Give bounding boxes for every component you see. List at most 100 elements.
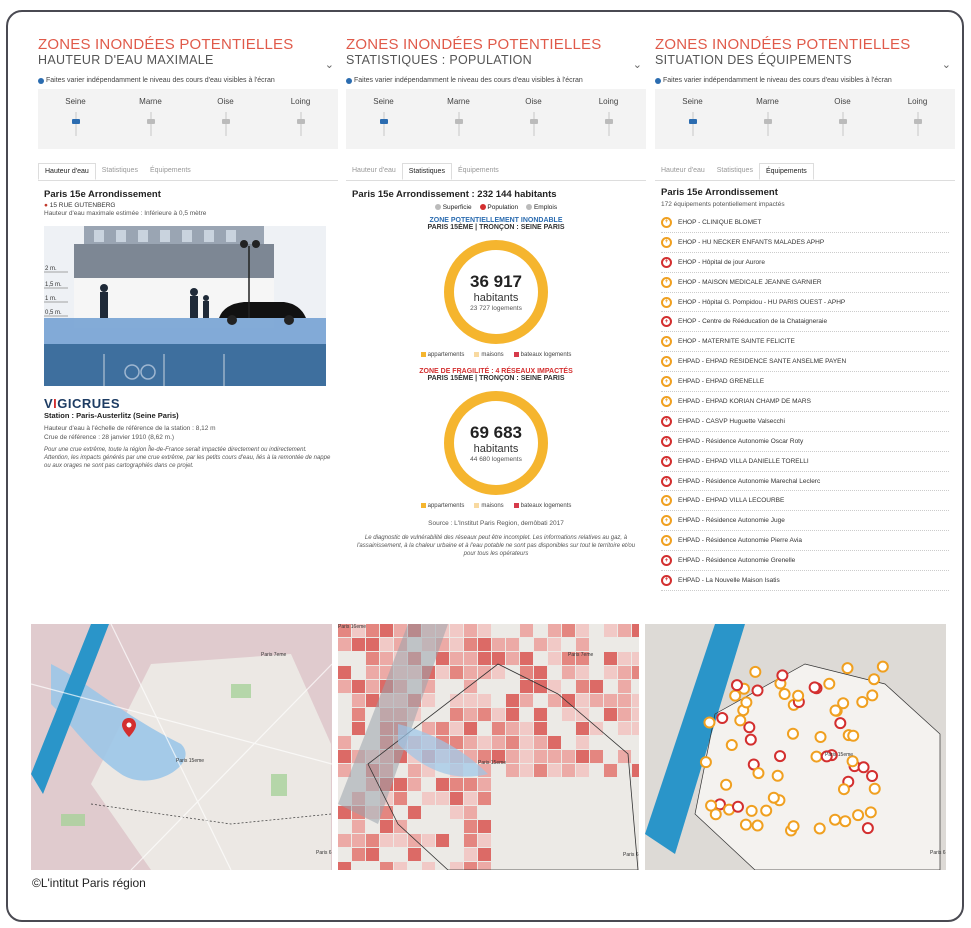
equipment-label: EHOP - MATERNITE SAINTE FELICITE <box>678 338 795 346</box>
ehpad-icon: + <box>661 555 672 567</box>
equipment-label: EHPAD - EHPAD RESIDENCE SANTE ANSELME PA… <box>678 358 847 366</box>
ehpad-icon: + <box>661 316 672 328</box>
toggle-emplois[interactable]: Emplois <box>526 204 557 211</box>
zone2-sub: PARIS 15ÈME | TRONÇON : SEINE PARIS <box>427 375 565 383</box>
equipment-item[interactable]: + EHPAD - EHPAD GRENELLE <box>661 372 949 393</box>
chevron-down-icon[interactable]: ⌄ <box>325 58 334 71</box>
tab-statistiques[interactable]: Statistiques <box>711 163 759 180</box>
chevron-down-icon[interactable]: ⌄ <box>942 58 951 71</box>
equipment-item[interactable]: + EHPAD - EHPAD KORIAN CHAMP DE MARS <box>661 392 949 412</box>
slider-oise[interactable]: Oise <box>504 97 564 149</box>
equipment-item[interactable]: + EHPAD - Résidence Autonomie Oscar Roty <box>661 432 949 452</box>
toggle-label: Emplois <box>533 204 558 211</box>
map-statistiques[interactable]: Paris 16eme Paris 7eme Paris 15eme Paris… <box>338 624 639 870</box>
river-sliders: Seine Marne Oise Loing <box>38 89 338 149</box>
district-title: Paris 15e Arrondissement <box>44 189 161 200</box>
tab-hauteur[interactable]: Hauteur d'eau <box>38 163 96 180</box>
slider-marne[interactable]: Marne <box>121 97 181 149</box>
toggle-superficie[interactable]: Superficie <box>434 204 472 211</box>
map-hauteur[interactable]: Paris 7eme Paris 15eme Paris 6 <box>31 624 332 870</box>
info-icon <box>346 77 352 84</box>
equipment-label: EHPAD - Résidence Autonomie Oscar Roty <box>678 437 804 445</box>
info-label: Faites varier indépendamment le niveau d… <box>354 77 583 84</box>
river-sliders: Seine Marne Oise Loing <box>346 89 646 149</box>
slider-label: Loing <box>907 97 928 106</box>
equipment-item[interactable]: + EHPAD - La Nouvelle Maison Isatis <box>661 571 949 591</box>
address: ● 15 RUE GUTENBERG <box>44 202 332 209</box>
toggle-population[interactable]: Population <box>479 204 518 211</box>
tab-hauteur[interactable]: Hauteur d'eau <box>655 163 711 180</box>
ehpad-icon: + <box>661 435 672 447</box>
slider-label: Marne <box>447 97 470 106</box>
chevron-down-icon[interactable]: ⌄ <box>633 58 642 71</box>
slider-seine[interactable]: Seine <box>663 97 723 149</box>
equipment-item[interactable]: + EHOP - Hôpital G. Pompidou - HU PARIS O… <box>661 293 949 313</box>
tab-bar: Hauteur d'eau Statistiques Équipements <box>38 163 338 181</box>
stats-source: Source : L'Institut Paris Region, demôba… <box>428 520 564 528</box>
stats-heading: Paris 15e Arrondissement : 232 144 habit… <box>352 189 557 200</box>
panel-statistiques: ZONES INONDÉES POTENTIELLES STATISTIQUES… <box>346 36 646 624</box>
slider-marne[interactable]: Marne <box>738 97 798 149</box>
equipment-label: EHPAD - EHPAD VILLA DANIELLE TORELLI <box>678 457 809 465</box>
equipment-item[interactable]: + EHOP - Hôpital de jour Aurore <box>661 253 949 273</box>
panel-subtitle: SITUATION DES ÉQUIPEMENTS <box>655 53 852 67</box>
map-label: Paris 6 <box>316 850 332 856</box>
zone1-title: ZONE POTENTIELLEMENT INONDABLE <box>429 217 563 224</box>
slider-label: Oise <box>217 97 234 106</box>
info-icon <box>655 77 661 84</box>
equipment-label: EHPAD - Résidence Autonomie Grenelle <box>678 557 796 565</box>
slider-loing[interactable]: Loing <box>888 97 948 149</box>
slider-seine[interactable]: Seine <box>46 97 106 149</box>
scale-label: 2 m. <box>45 266 57 272</box>
district-title: Paris 15e Arrondissement <box>661 187 778 198</box>
legend-label: appartements <box>427 352 465 359</box>
map-label: Paris 6 <box>930 850 946 856</box>
slider-loing[interactable]: Loing <box>579 97 639 149</box>
tab-hauteur[interactable]: Hauteur d'eau <box>346 163 402 180</box>
equipment-item[interactable]: + EHOP - MAISON MEDICALE JEANNE GARNIER <box>661 273 949 293</box>
info-text: Faites varier indépendamment le niveau d… <box>346 77 646 84</box>
address-label: 15 RUE GUTENBERG <box>49 202 116 209</box>
slider-marne[interactable]: Marne <box>429 97 489 149</box>
equipment-item[interactable]: + EHPAD - EHPAD VILLA LECOURBE <box>661 491 949 512</box>
equipment-label: EHPAD - EHPAD GRENELLE <box>678 378 765 386</box>
equipment-item[interactable]: + EHOP - CLINIQUE BLOMET <box>661 213 949 233</box>
legend-item: appartements <box>420 352 465 359</box>
ref-height: Hauteur d'eau à l'échelle de référence d… <box>44 425 216 432</box>
equipment-label: EHOP - Hôpital de jour Aurore <box>678 258 765 266</box>
map-equipements[interactable]: Paris 15eme Paris 6 <box>645 624 946 870</box>
zone1-legend: appartements maisons bateaux logements <box>352 352 640 358</box>
info-label: Faites varier indépendamment le niveau d… <box>46 77 275 84</box>
equipment-label: EHPAD - La Nouvelle Maison Isatis <box>678 576 780 584</box>
hospital-icon: + <box>661 216 672 228</box>
tab-equipements[interactable]: Équipements <box>452 163 505 180</box>
equipment-item[interactable]: + EHPAD - CASVP Huguette Valsecchi <box>661 412 949 432</box>
equipment-item[interactable]: + EHPAD - Résidence Autonomie Marechal Le… <box>661 472 949 492</box>
equipment-item[interactable]: + EHPAD - EHPAD VILLA DANIELLE TORELLI <box>661 452 949 472</box>
panel-subtitle: STATISTIQUES : POPULATION <box>346 53 532 67</box>
vigicrues-logo-part: GICRUES <box>57 396 121 411</box>
station-name: Station : Paris-Austerlitz (Seine Paris) <box>44 411 179 420</box>
zone1-logements: 23 727 logements <box>470 304 522 312</box>
tab-statistiques[interactable]: Statistiques <box>401 163 452 180</box>
slider-oise[interactable]: Oise <box>196 97 256 149</box>
ehpad-icon: + <box>661 415 672 427</box>
equipment-item[interactable]: + EHPAD - Résidence Autonomie Juge <box>661 511 949 532</box>
slider-label: Loing <box>598 97 619 106</box>
slider-loing[interactable]: Loing <box>271 97 331 149</box>
tab-statistiques[interactable]: Statistiques <box>96 163 144 180</box>
equipment-item[interactable]: + EHPAD - Résidence Autonomie Pierre Avia <box>661 531 949 552</box>
toggle-label: Superficie <box>442 204 472 211</box>
zone2-logements: 44 680 logements <box>470 455 522 463</box>
equipment-item[interactable]: + EHPAD - EHPAD RESIDENCE SANTE ANSELME P… <box>661 352 949 373</box>
hospital-icon: + <box>661 336 672 348</box>
slider-seine[interactable]: Seine <box>354 97 414 149</box>
tab-equipements[interactable]: Équipements <box>758 163 814 180</box>
equipment-item[interactable]: + EHOP - Centre de Rééducation de la Chat… <box>661 312 949 333</box>
tab-equipements[interactable]: Équipements <box>144 163 197 180</box>
slider-oise[interactable]: Oise <box>813 97 873 149</box>
equipment-item[interactable]: + EHPAD - Résidence Autonomie Grenelle <box>661 551 949 572</box>
equipment-item[interactable]: + EHOP - MATERNITE SAINTE FELICITE <box>661 332 949 353</box>
hospital-icon: + <box>661 236 672 248</box>
equipment-item[interactable]: + EHOP - HU NECKER ENFANTS MALADES APHP <box>661 233 949 253</box>
